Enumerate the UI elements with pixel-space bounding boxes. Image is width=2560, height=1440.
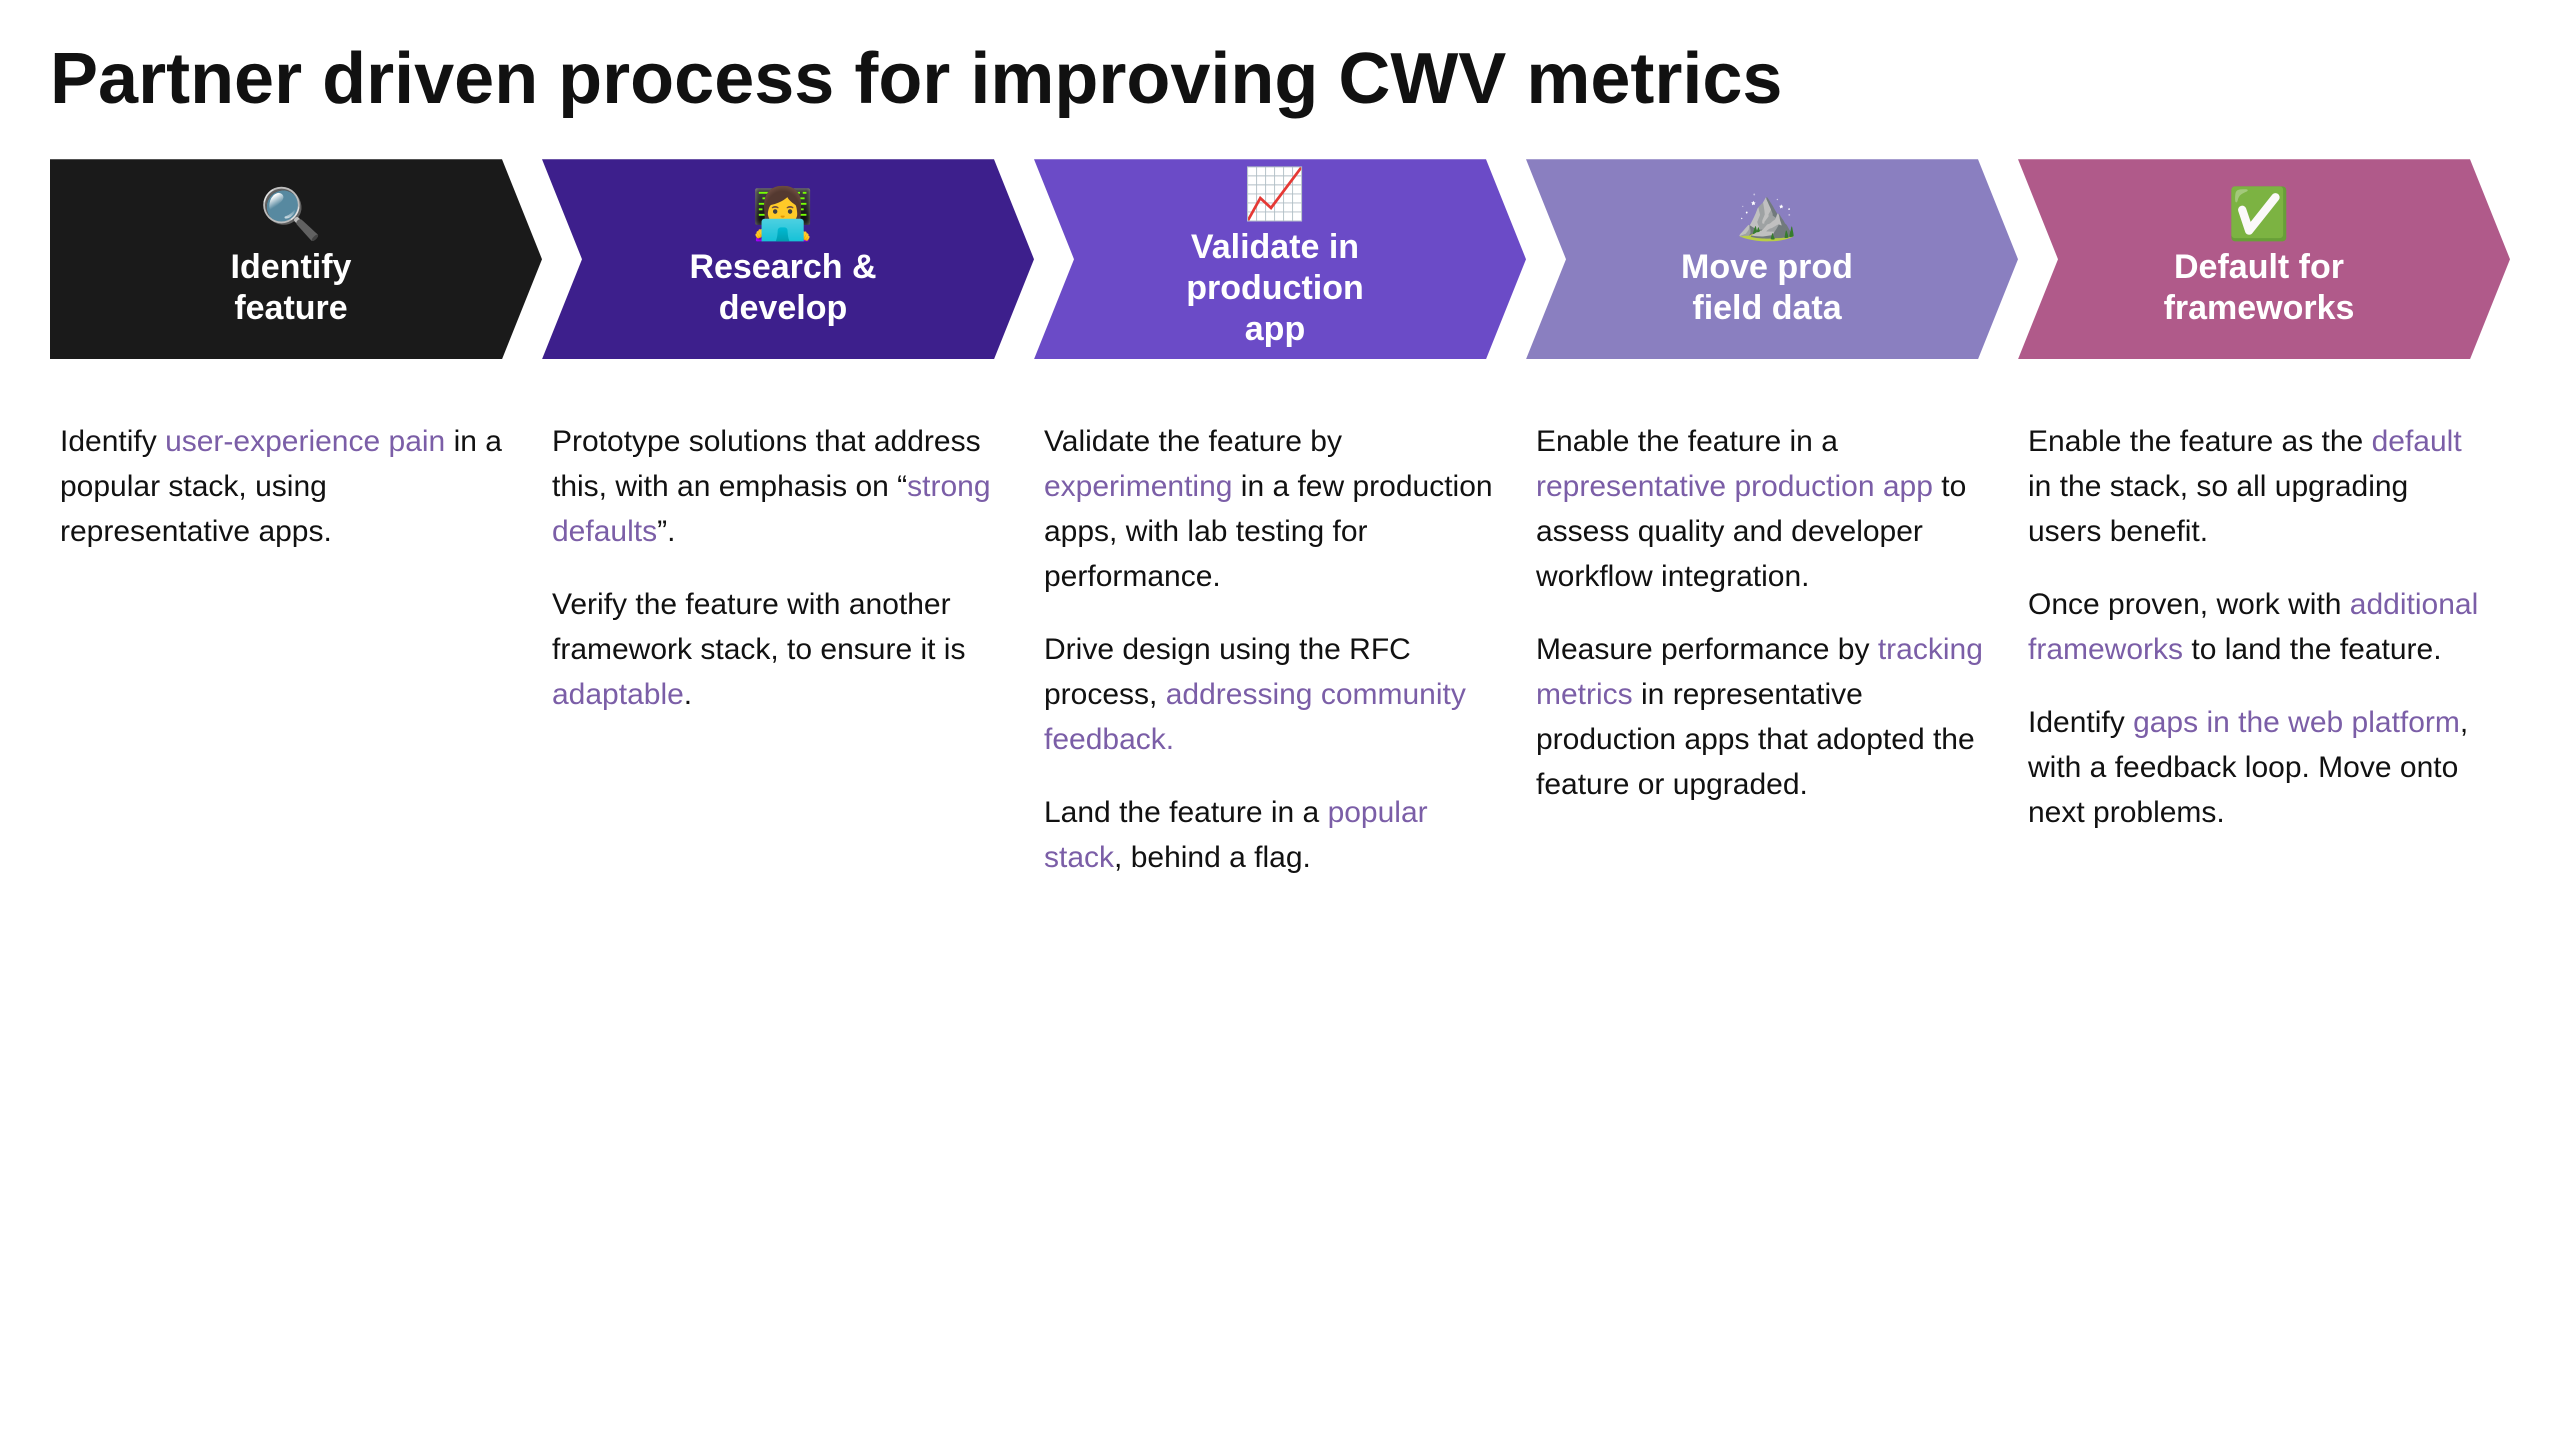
content-link[interactable]: gaps in the web platform	[2133, 706, 2460, 739]
move-content: Enable the feature in a representative p…	[1526, 409, 2018, 890]
content-paragraph: Prototype solutions that address this, w…	[552, 419, 1004, 554]
content-link[interactable]: tracking metrics	[1536, 633, 1983, 711]
arrow-label-research: Research &develop	[689, 247, 876, 329]
content-paragraph: Verify the feature with another framewor…	[552, 582, 1004, 717]
content-paragraph: Land the feature in a popular stack, beh…	[1044, 790, 1496, 880]
content-paragraph: Drive design using the RFC process, addr…	[1044, 627, 1496, 762]
content-link[interactable]: experimenting	[1044, 470, 1232, 503]
arrow-icon-identify: 🔍	[260, 189, 322, 239]
arrow-icon-move: ⛰️	[1736, 189, 1798, 239]
arrows-container: 🔍 Identifyfeature 👩‍💻 Research &develop 📈 Val…	[50, 159, 2510, 359]
content-paragraph: Enable the feature as the default in the…	[2028, 419, 2480, 554]
arrow-label-validate: Validate inproductionapp	[1186, 227, 1364, 349]
arrow-label-default: Default forframeworks	[2164, 247, 2355, 329]
arrow-move: ⛰️ Move prodfield data	[1526, 159, 2018, 359]
content-link[interactable]: adaptable	[552, 678, 684, 711]
arrow-icon-research: 👩‍💻	[752, 189, 814, 239]
content-paragraph: Identify gaps in the web platform, with …	[2028, 700, 2480, 835]
content-paragraph: Identify user-experience pain in a popul…	[60, 419, 512, 554]
content-link[interactable]: popular stack	[1044, 796, 1428, 874]
content-link[interactable]: default	[2372, 425, 2462, 458]
arrow-icon-validate: 📈	[1244, 169, 1306, 219]
arrow-label-identify: Identifyfeature	[231, 247, 352, 329]
content-paragraph: Measure performance by tracking metrics …	[1536, 627, 1988, 807]
arrow-validate: 📈 Validate inproductionapp	[1034, 159, 1526, 359]
arrow-identify: 🔍 Identifyfeature	[50, 159, 542, 359]
content-paragraph: Validate the feature by experimenting in…	[1044, 419, 1496, 599]
arrow-label-move: Move prodfield data	[1681, 247, 1853, 329]
identify-content: Identify user-experience pain in a popul…	[50, 409, 542, 890]
default-content: Enable the feature as the default in the…	[2018, 409, 2510, 890]
content-link[interactable]: user-experience pain	[165, 425, 445, 458]
research-content: Prototype solutions that address this, w…	[542, 409, 1034, 890]
content-link[interactable]: strong defaults	[552, 470, 991, 548]
arrow-default: ✅ Default forframeworks	[2018, 159, 2510, 359]
validate-content: Validate the feature by experimenting in…	[1034, 409, 1526, 890]
content-paragraph: Enable the feature in a representative p…	[1536, 419, 1988, 599]
content-link[interactable]: additional frameworks	[2028, 588, 2478, 666]
arrow-research: 👩‍💻 Research &develop	[542, 159, 1034, 359]
content-link[interactable]: representative production app	[1536, 470, 1933, 503]
page-title: Partner driven process for improving CWV…	[50, 40, 2510, 119]
arrow-icon-default: ✅	[2228, 189, 2290, 239]
content-paragraph: Once proven, work with additional framew…	[2028, 582, 2480, 672]
content-link[interactable]: addressing community feedback.	[1044, 678, 1466, 756]
content-row: Identify user-experience pain in a popul…	[50, 409, 2510, 890]
